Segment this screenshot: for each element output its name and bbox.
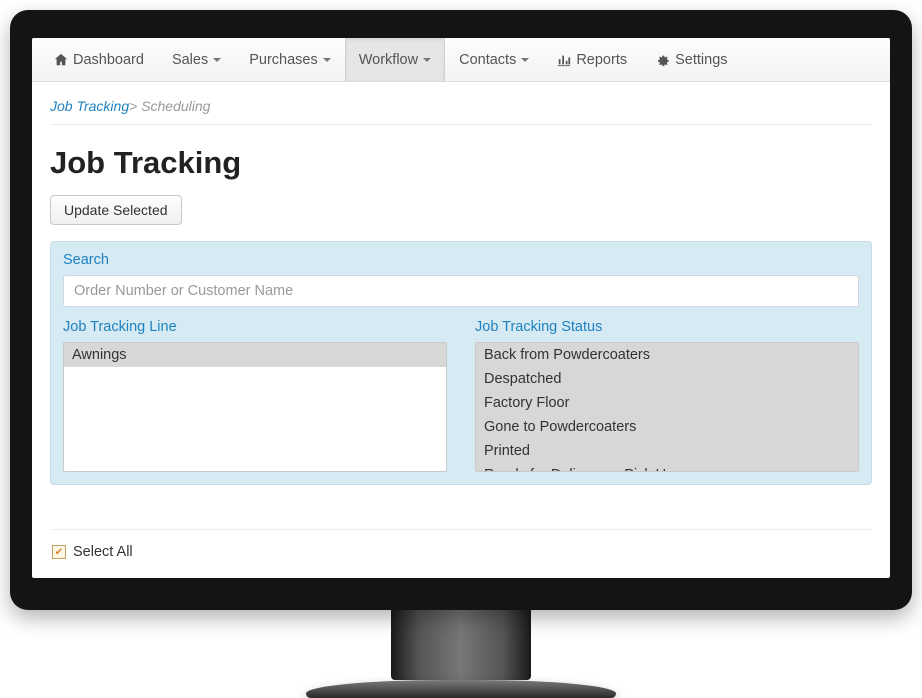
select-all-checkbox[interactable]: ✔ xyxy=(52,545,66,559)
search-input[interactable] xyxy=(63,275,859,307)
chart-icon xyxy=(557,53,571,67)
list-item[interactable]: Despatched xyxy=(476,367,858,391)
nav-label: Workflow xyxy=(359,52,418,68)
chevron-down-icon xyxy=(323,58,331,62)
search-panel: Search Job Tracking Line Awnings Job Tra… xyxy=(50,241,872,485)
breadcrumb-link[interactable]: Job Tracking xyxy=(50,98,129,114)
list-item[interactable]: Factory Floor xyxy=(476,391,858,415)
chevron-down-icon xyxy=(213,58,221,62)
nav-label: Contacts xyxy=(459,52,516,68)
nav-label: Reports xyxy=(576,52,627,68)
list-item[interactable]: Gone to Powdercoaters xyxy=(476,415,858,439)
list-item[interactable]: Awnings xyxy=(64,343,446,367)
list-item[interactable]: Ready for Delivery or Pick Up xyxy=(476,463,858,472)
list-item[interactable]: Back from Powdercoaters xyxy=(476,343,858,367)
breadcrumb-current: Scheduling xyxy=(141,98,210,114)
chevron-down-icon xyxy=(521,58,529,62)
nav-reports[interactable]: Reports xyxy=(543,38,641,81)
nav-purchases[interactable]: Purchases xyxy=(235,38,345,81)
tracking-status-label: Job Tracking Status xyxy=(475,319,859,335)
nav-label: Purchases xyxy=(249,52,318,68)
tracking-status-listbox[interactable]: Back from PowdercoatersDespatchedFactory… xyxy=(475,342,859,472)
main-navbar: Dashboard Sales Purchases Workflow Conta… xyxy=(32,38,890,82)
divider xyxy=(50,529,872,530)
update-selected-button[interactable]: Update Selected xyxy=(50,195,182,225)
nav-contacts[interactable]: Contacts xyxy=(445,38,543,81)
select-all-label: Select All xyxy=(73,544,133,560)
chevron-down-icon xyxy=(423,58,431,62)
breadcrumb-sep: > xyxy=(129,98,137,114)
nav-dashboard[interactable]: Dashboard xyxy=(40,38,158,81)
nav-label: Sales xyxy=(172,52,208,68)
breadcrumb: Job Tracking> Scheduling xyxy=(50,94,872,125)
list-item[interactable]: Printed xyxy=(476,439,858,463)
search-label: Search xyxy=(63,252,859,268)
nav-settings[interactable]: Settings xyxy=(641,38,741,81)
nav-workflow[interactable]: Workflow xyxy=(345,38,445,81)
home-icon xyxy=(54,53,68,67)
tracking-line-label: Job Tracking Line xyxy=(63,319,447,335)
gear-icon xyxy=(655,53,670,67)
tracking-line-listbox[interactable]: Awnings xyxy=(63,342,447,472)
page-title: Job Tracking xyxy=(50,145,872,181)
nav-label: Settings xyxy=(675,52,727,68)
nav-label: Dashboard xyxy=(73,52,144,68)
nav-sales[interactable]: Sales xyxy=(158,38,235,81)
